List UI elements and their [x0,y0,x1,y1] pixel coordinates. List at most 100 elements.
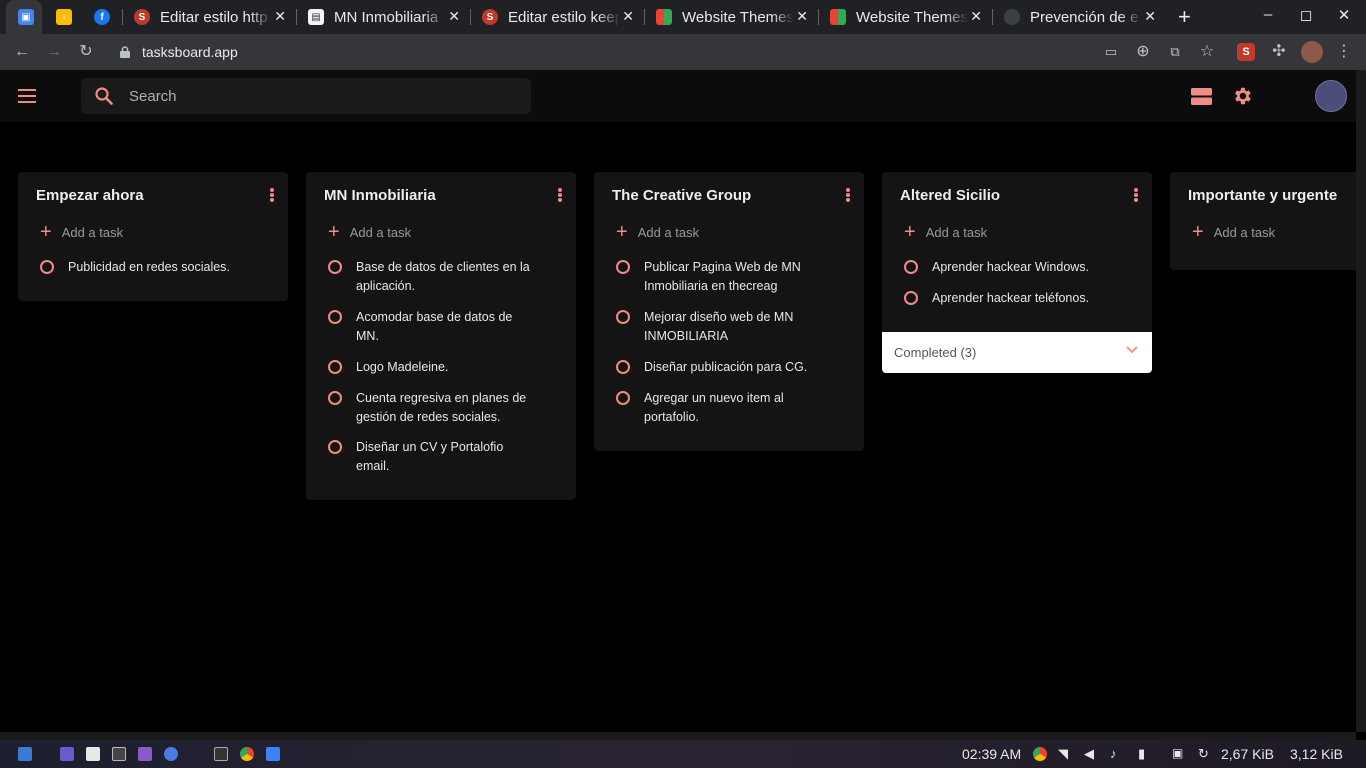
app-launcher-icon[interactable] [60,747,74,761]
tab-close-icon[interactable]: ✕ [274,8,286,25]
user-avatar[interactable] [1315,80,1347,112]
add-task-button[interactable]: + Add a task [616,222,699,242]
list-more-options-icon[interactable] [1134,188,1138,202]
bookmark-star-icon[interactable]: ☆ [1197,42,1217,62]
lock-screen-icon[interactable]: ▣ [1172,746,1183,760]
add-task-button[interactable]: + Add a task [328,222,411,242]
tab-prevencion[interactable]: Prevención de e ✕ [992,0,1166,34]
maximize-icon[interactable]: ◻ [1296,6,1316,24]
task-checkbox[interactable] [616,360,630,374]
task-item[interactable]: Mejorar diseño web de MN INMOBILIARIA [616,308,826,346]
hamburger-menu-icon[interactable] [18,89,36,103]
extensions-puzzle-icon[interactable]: ✣ [1269,42,1289,62]
list-title: Altered Sicilio [900,187,1001,204]
task-checkbox[interactable] [40,260,54,274]
view-toggle-icon[interactable] [1191,88,1212,105]
search-box[interactable] [81,78,531,114]
address-bar[interactable]: tasksboard.app [142,44,238,60]
task-checkbox[interactable] [616,260,630,274]
tab-close-icon[interactable]: ✕ [796,8,808,25]
screenshot-icon[interactable] [138,747,152,761]
new-tab-icon[interactable]: + [1178,4,1191,30]
minimize-icon[interactable]: – [1258,6,1278,23]
task-checkbox[interactable] [328,310,342,324]
task-checkbox[interactable] [328,360,342,374]
list-more-options-icon[interactable] [270,188,274,202]
files-window-icon[interactable] [266,747,280,761]
task-checkbox[interactable] [328,440,342,454]
chrome-window-icon[interactable] [240,747,254,761]
chevron-down-icon [1126,346,1138,354]
forward-icon[interactable]: → [44,42,64,62]
task-text: Base de datos de clientes en la aplicaci… [356,260,530,293]
tab-editar-estilo-2[interactable]: S Editar estilo keep ✕ [470,0,644,34]
tab-close-icon[interactable]: ✕ [970,8,982,25]
browser-launcher-icon[interactable] [164,747,178,761]
back-icon[interactable]: ← [12,42,32,62]
tab-close-icon[interactable]: ✕ [622,8,634,25]
task-item[interactable]: Publicidad en redes sociales. [40,258,270,277]
plus-icon: + [40,221,52,243]
tab-editar-estilo-1[interactable]: S Editar estilo http ✕ [122,0,296,34]
task-item[interactable]: Publicar Pagina Web de MN Inmobiliaria e… [616,258,826,296]
net-upload-speed: 3,12 KiB [1290,746,1343,762]
chrome-tray-icon[interactable] [1033,747,1047,761]
close-window-icon[interactable]: ✕ [1334,6,1354,24]
browser-menu-icon[interactable]: ⋮ [1334,42,1354,62]
lock-icon[interactable] [120,46,130,58]
reload-icon[interactable]: ↻ [76,42,96,62]
list-more-options-icon[interactable] [846,188,850,202]
completed-section-toggle[interactable]: Completed (3) [882,332,1152,373]
volume-icon[interactable]: ◀ [1084,746,1094,762]
network-activity-icon: ↻ [1198,746,1209,761]
task-checkbox[interactable] [616,391,630,405]
task-list: Altered Sicilio + Add a task Aprender hac… [882,172,1152,332]
task-item[interactable]: Agregar un nuevo item al portafolio. [616,389,816,427]
tab-mn-inmobiliaria[interactable]: ▤ MN Inmobiliaria ✕ [296,0,470,34]
task-item[interactable]: Acomodar base de datos de MN. [328,308,538,346]
tab-close-icon[interactable]: ✕ [1144,8,1156,25]
start-menu-icon[interactable] [18,747,32,761]
themes-favicon-icon [656,9,672,25]
vertical-scrollbar[interactable] [1356,70,1366,732]
file-manager-icon[interactable] [86,747,100,761]
task-item[interactable]: Logo Madeleine. [328,358,538,377]
cast-icon[interactable]: ▭ [1101,42,1121,62]
add-task-button[interactable]: + Add a task [40,221,123,243]
task-checkbox[interactable] [328,391,342,405]
tab-website-themes-2[interactable]: Website Themes ✕ [818,0,992,34]
battery-icon[interactable]: ▮ [1138,746,1145,762]
tab-keep[interactable]: ♀ [46,0,82,34]
task-item[interactable]: Aprender hackear teléfonos. [904,289,1134,308]
task-checkbox[interactable] [904,260,918,274]
task-text: Diseñar publicación para CG. [644,360,808,374]
add-task-button[interactable]: + Add a task [904,222,987,242]
task-item[interactable]: Aprender hackear Windows. [904,258,1134,277]
horizontal-scrollbar[interactable] [0,732,1356,740]
window-terminal-icon[interactable] [214,747,228,761]
task-item[interactable]: Diseñar un CV y Portalofio email. [328,438,518,476]
task-checkbox[interactable] [616,310,630,324]
install-icon[interactable]: ⊕ [1133,42,1153,62]
tab-close-icon[interactable]: ✕ [448,8,460,25]
add-task-button[interactable]: + Add a task [1192,222,1275,242]
tab-tasksboard[interactable]: ▣ [6,0,42,34]
translate-icon[interactable]: ⧉ [1165,42,1185,62]
task-item[interactable]: Base de datos de clientes en la aplicaci… [328,258,538,296]
tab-facebook[interactable]: f [84,0,120,34]
task-text: Diseñar un CV y Portalofio email. [356,440,504,473]
task-checkbox[interactable] [328,260,342,274]
task-item[interactable]: Diseñar publicación para CG. [616,358,826,377]
task-item[interactable]: Cuenta regresiva en planes de gestión de… [328,389,538,427]
task-checkbox[interactable] [904,291,918,305]
search-input[interactable] [129,84,509,108]
stylus-extension-icon[interactable]: S [1237,43,1255,61]
settings-gear-icon[interactable] [1231,85,1253,107]
notifications-bell-icon[interactable]: ♪ [1110,746,1117,761]
clock[interactable]: 02:39 AM [962,746,1021,762]
profile-avatar-icon[interactable] [1301,41,1323,63]
wifi-icon[interactable]: ◥ [1058,746,1068,762]
tab-website-themes-1[interactable]: Website Themes ✕ [644,0,818,34]
terminal-icon[interactable] [112,747,126,761]
list-more-options-icon[interactable] [558,188,562,202]
